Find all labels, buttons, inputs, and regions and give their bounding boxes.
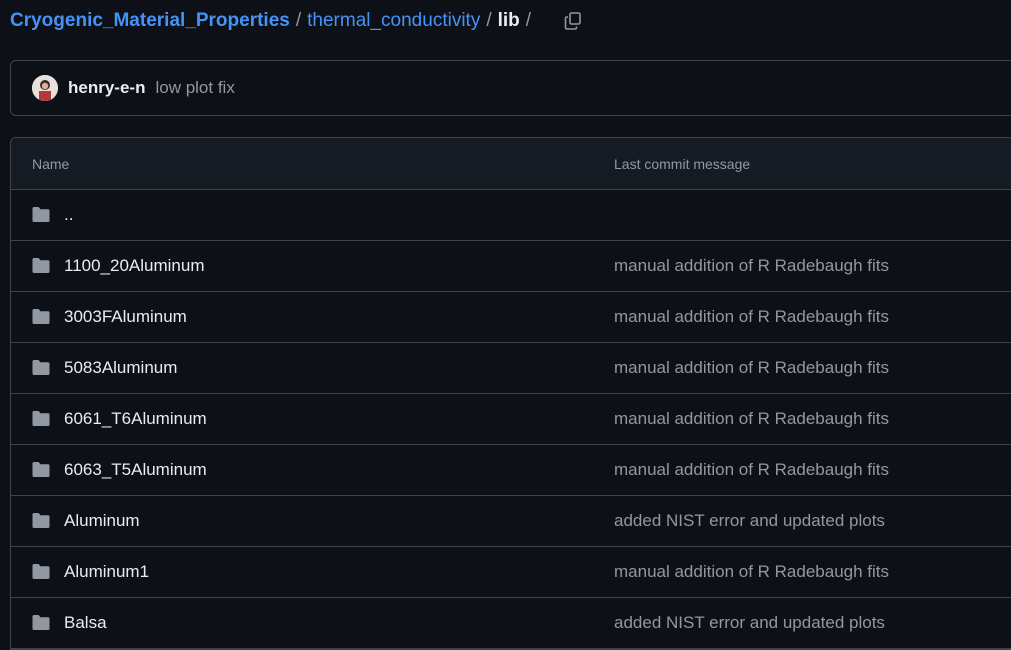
table-row[interactable]: 3003FAluminum manual addition of R Radeb… <box>11 292 1011 343</box>
avatar[interactable] <box>32 75 58 101</box>
folder-icon <box>32 207 50 222</box>
commit-author-link[interactable]: henry-e-n <box>68 78 145 98</box>
column-header-name: Name <box>32 156 70 172</box>
breadcrumb-separator: / <box>486 10 492 31</box>
table-header: Name Last commit message <box>11 138 1011 190</box>
commit-message-cell[interactable]: manual addition of R Radebaugh fits <box>614 307 889 327</box>
folder-icon <box>32 258 50 273</box>
table-row[interactable]: 6063_T5Aluminum manual addition of R Rad… <box>11 445 1011 496</box>
file-name-link[interactable]: Aluminum <box>64 511 140 531</box>
file-name-link[interactable]: 6061_T6Aluminum <box>64 409 207 429</box>
copy-icon <box>564 12 581 30</box>
avatar-image <box>32 75 58 101</box>
folder-icon <box>32 513 50 528</box>
folder-icon <box>32 360 50 375</box>
folder-icon <box>32 564 50 579</box>
table-row[interactable]: 6061_T6Aluminum manual addition of R Rad… <box>11 394 1011 445</box>
breadcrumb-repo-link[interactable]: Cryogenic_Material_Properties <box>10 10 290 32</box>
commit-message-cell[interactable]: added NIST error and updated plots <box>614 511 885 531</box>
commit-message-cell[interactable]: manual addition of R Radebaugh fits <box>614 409 889 429</box>
folder-icon <box>32 309 50 324</box>
commit-message-cell[interactable]: manual addition of R Radebaugh fits <box>614 460 889 480</box>
folder-icon <box>32 615 50 630</box>
breadcrumb-current: lib <box>497 10 520 31</box>
table-row[interactable]: Aluminum1 manual addition of R Radebaugh… <box>11 547 1011 598</box>
breadcrumb: Cryogenic_Material_Properties / thermal_… <box>10 8 537 34</box>
breadcrumb-separator: / <box>295 10 302 31</box>
table-row-parent[interactable]: .. <box>11 190 1011 241</box>
file-name-link[interactable]: Aluminum1 <box>64 562 149 582</box>
breadcrumb-folder-link[interactable]: thermal_conductivity <box>307 10 480 32</box>
copy-path-button[interactable] <box>560 8 586 34</box>
latest-commit-bar: henry-e-n low plot fix <box>10 60 1011 116</box>
file-name-link[interactable]: .. <box>64 205 73 225</box>
commit-message-cell[interactable]: manual addition of R Radebaugh fits <box>614 256 889 276</box>
commit-message-cell[interactable]: manual addition of R Radebaugh fits <box>614 358 889 378</box>
commit-message-cell[interactable]: manual addition of R Radebaugh fits <box>614 562 889 582</box>
file-name-link[interactable]: Balsa <box>64 613 107 633</box>
table-row[interactable]: 1100_20Aluminum manual addition of R Rad… <box>11 241 1011 292</box>
commit-message-cell[interactable]: added NIST error and updated plots <box>614 613 885 633</box>
table-row[interactable]: Balsa added NIST error and updated plots <box>11 598 1011 649</box>
file-name-link[interactable]: 5083Aluminum <box>64 358 177 378</box>
commit-message-link[interactable]: low plot fix <box>155 78 234 98</box>
breadcrumb-separator: / <box>525 10 532 31</box>
table-row[interactable]: Aluminum added NIST error and updated pl… <box>11 496 1011 547</box>
table-row[interactable]: 5083Aluminum manual addition of R Radeba… <box>11 343 1011 394</box>
file-name-link[interactable]: 6063_T5Aluminum <box>64 460 207 480</box>
file-name-link[interactable]: 3003FAluminum <box>64 307 187 327</box>
file-name-link[interactable]: 1100_20Aluminum <box>64 256 205 276</box>
folder-icon <box>32 411 50 426</box>
file-table: Name Last commit message .. 1100_20Alumi… <box>10 137 1011 650</box>
folder-icon <box>32 462 50 477</box>
column-header-last-commit-message: Last commit message <box>614 156 751 172</box>
